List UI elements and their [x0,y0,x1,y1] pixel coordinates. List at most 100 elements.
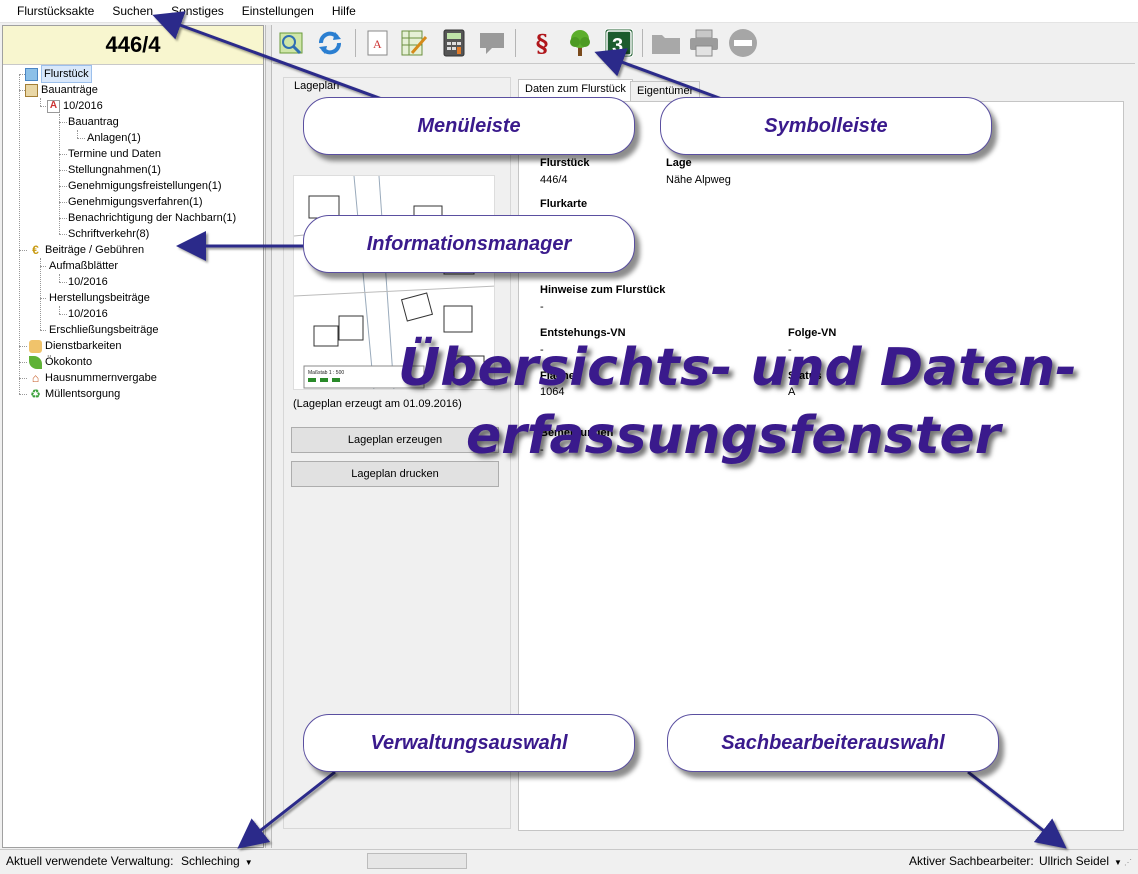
resize-grip-icon[interactable]: ⋰ [1124,858,1132,867]
toolbar: A § 3 [273,25,1135,64]
document-a-icon: A [47,99,60,113]
tree-item-bauantrag[interactable]: Bauantrag [68,114,119,130]
status-bar: Aktuell verwendete Verwaltung: Schlechin… [0,849,1138,874]
sachbearbeiter-value: Ullrich Seidel [1039,854,1110,868]
tree-item-label: Anlagen(1) [87,132,141,144]
tree-item-aufmass-10-2016[interactable]: 10/2016 [68,274,108,290]
field-hinweise-value: - [540,301,544,313]
tree-item-freistellungen[interactable]: Genehmigungsfreistellungen(1) [68,178,221,194]
calculator-icon[interactable] [438,27,470,59]
menu-bar: Flurstücksakte Suchen Sonstiges Einstell… [0,0,1138,23]
tree-item-label: Dienstbarkeiten [45,340,122,352]
stop-icon[interactable] [727,27,759,59]
tree-item-nachbarn[interactable]: Benachrichtigung der Nachbarn(1) [68,210,236,226]
edit-sheet-icon[interactable] [398,27,430,59]
field-hinweise-label: Hinweise zum Flurstück [540,284,666,296]
tree-item-termine[interactable]: Termine und Daten [68,146,161,162]
tree-item-label: Benachrichtigung der Nachbarn(1) [68,212,237,224]
callout-symbolleiste: Symbolleiste [660,97,992,155]
progress-bar [367,853,467,869]
tree-item-label: Herstellungsbeiträge [49,292,150,304]
parcel-map-icon [25,67,38,81]
menu-einstellungen[interactable]: Einstellungen [233,0,323,23]
house-icon: ⌂ [31,371,40,385]
tree-item-hausnummern[interactable]: ⌂ Hausnummernvergabe [29,370,157,386]
tree-item-muell[interactable]: ♻ Müllentsorgung [29,386,120,402]
tree-item-label: 10/2016 [68,308,108,320]
tree-item-label: Bauantrag [68,116,119,128]
field-flurkarte-label: Flurkarte [540,198,588,210]
overview-window-caption-line1: Übersichts- und Daten- [398,338,1077,398]
recycling-icon: ♻ [30,387,41,401]
tree-item-herstellung[interactable]: Herstellungsbeiträge [49,290,150,306]
callout-menueleiste: Menüleiste [303,97,635,155]
refresh-icon[interactable] [314,27,346,59]
building-application-icon [25,83,38,97]
menu-suchen[interactable]: Suchen [103,0,162,23]
folder-icon[interactable] [650,27,682,59]
tree-item-oekokonto[interactable]: Ökokonto [29,354,92,370]
tree-item-erschliessung[interactable]: Erschließungsbeiträge [49,322,158,338]
information-manager-panel: 446/4 Flurstück Bauanträge A 10/2016 Bau… [2,25,264,848]
tree-item-label: Müllentsorgung [45,388,121,400]
number-three-icon[interactable]: 3 [603,27,635,59]
tree-icon[interactable] [564,27,596,59]
tree-item-label: Genehmigungsfreistellungen(1) [68,180,222,192]
tree-item-label: 10/2016 [68,276,108,288]
overview-window-caption-line2: erfassungsfenster [466,406,1001,466]
tree-item-dienstbarkeiten[interactable]: Dienstbarkeiten [29,338,121,354]
tree-item-label: Schriftverkehr(8) [68,228,150,240]
callout-sachbearbeiterauswahl: Sachbearbeiterauswahl [667,714,999,772]
callout-verwaltungsauswahl: Verwaltungsauswahl [303,714,635,772]
paragraph-icon[interactable]: § [526,27,558,59]
sachbearbeiter-select[interactable]: Ullrich Seidel ▼ [1039,854,1122,868]
tree-item-beitraege[interactable]: € Beiträge / Gebühren [29,242,144,258]
svg-text:A: A [373,37,382,51]
map-scale-label: Maßstab 1 : 500 [308,370,344,376]
menu-hilfe[interactable]: Hilfe [323,0,365,23]
callout-informationsmanager: Informationsmanager [303,215,635,273]
tree-item-herstellung-10-2016[interactable]: 10/2016 [68,306,108,322]
tree-item-label: Flurstück [41,65,92,83]
comment-icon[interactable] [476,27,508,59]
verwaltung-value: Schleching [181,854,240,868]
tree-item-bauantraege[interactable]: Bauanträge [25,82,98,98]
euro-coins-icon: € [32,243,39,257]
tree-item-schriftverkehr[interactable]: Schriftverkehr(8) [68,226,149,242]
tree-item-label: Bauanträge [41,84,98,96]
chevron-down-icon: ▼ [244,858,253,867]
document-icon[interactable]: A [362,27,394,59]
tree-item-label: Beiträge / Gebühren [45,244,145,256]
svg-text:3: 3 [612,35,623,57]
tree-item-label: Erschließungsbeiträge [49,324,159,336]
menu-sonstiges[interactable]: Sonstiges [162,0,233,23]
tree-item-verfahren[interactable]: Genehmigungsverfahren(1) [68,194,203,210]
field-lage-value: Nähe Alpweg [666,174,731,186]
menu-flurstuecksakte[interactable]: Flurstücksakte [8,0,103,23]
tree-item-label: Termine und Daten [68,148,161,160]
chevron-down-icon: ▼ [1114,858,1122,867]
tree-item-label: Ökokonto [45,356,93,368]
lageplan-title: Lageplan [293,80,341,92]
printer-icon[interactable] [688,27,720,59]
tree-item-aufmass[interactable]: Aufmaßblätter [49,258,118,274]
tree-item-label: Genehmigungsverfahren(1) [68,196,203,208]
tree-item-label: Hausnummernvergabe [45,372,157,384]
tree-item-flurstueck[interactable]: Flurstück [25,65,92,83]
tree-item-stellungnahmen[interactable]: Stellungnahmen(1) [68,162,161,178]
parcel-number-header: 446/4 [3,26,263,65]
handshake-icon [29,339,42,353]
leaf-icon [29,355,42,369]
tree-item-anlagen[interactable]: Anlagen(1) [87,130,141,146]
tree-item-label: Stellungnahmen(1) [68,164,161,176]
tree-item-label: 10/2016 [63,100,103,112]
verwaltung-select[interactable]: Schleching ▼ [181,854,253,868]
panel-splitter[interactable] [265,25,272,848]
sachbearbeiter-label: Aktiver Sachbearbeiter: [909,854,1034,868]
tree-item-bauantrag-10-2016[interactable]: A 10/2016 [47,98,103,114]
field-lage-label: Lage [666,157,692,169]
verwaltung-label: Aktuell verwendete Verwaltung: [6,854,174,868]
field-flurstueck-label: Flurstück [540,157,590,169]
map-search-icon[interactable] [276,27,308,59]
tree-item-label: Aufmaßblätter [49,260,119,272]
